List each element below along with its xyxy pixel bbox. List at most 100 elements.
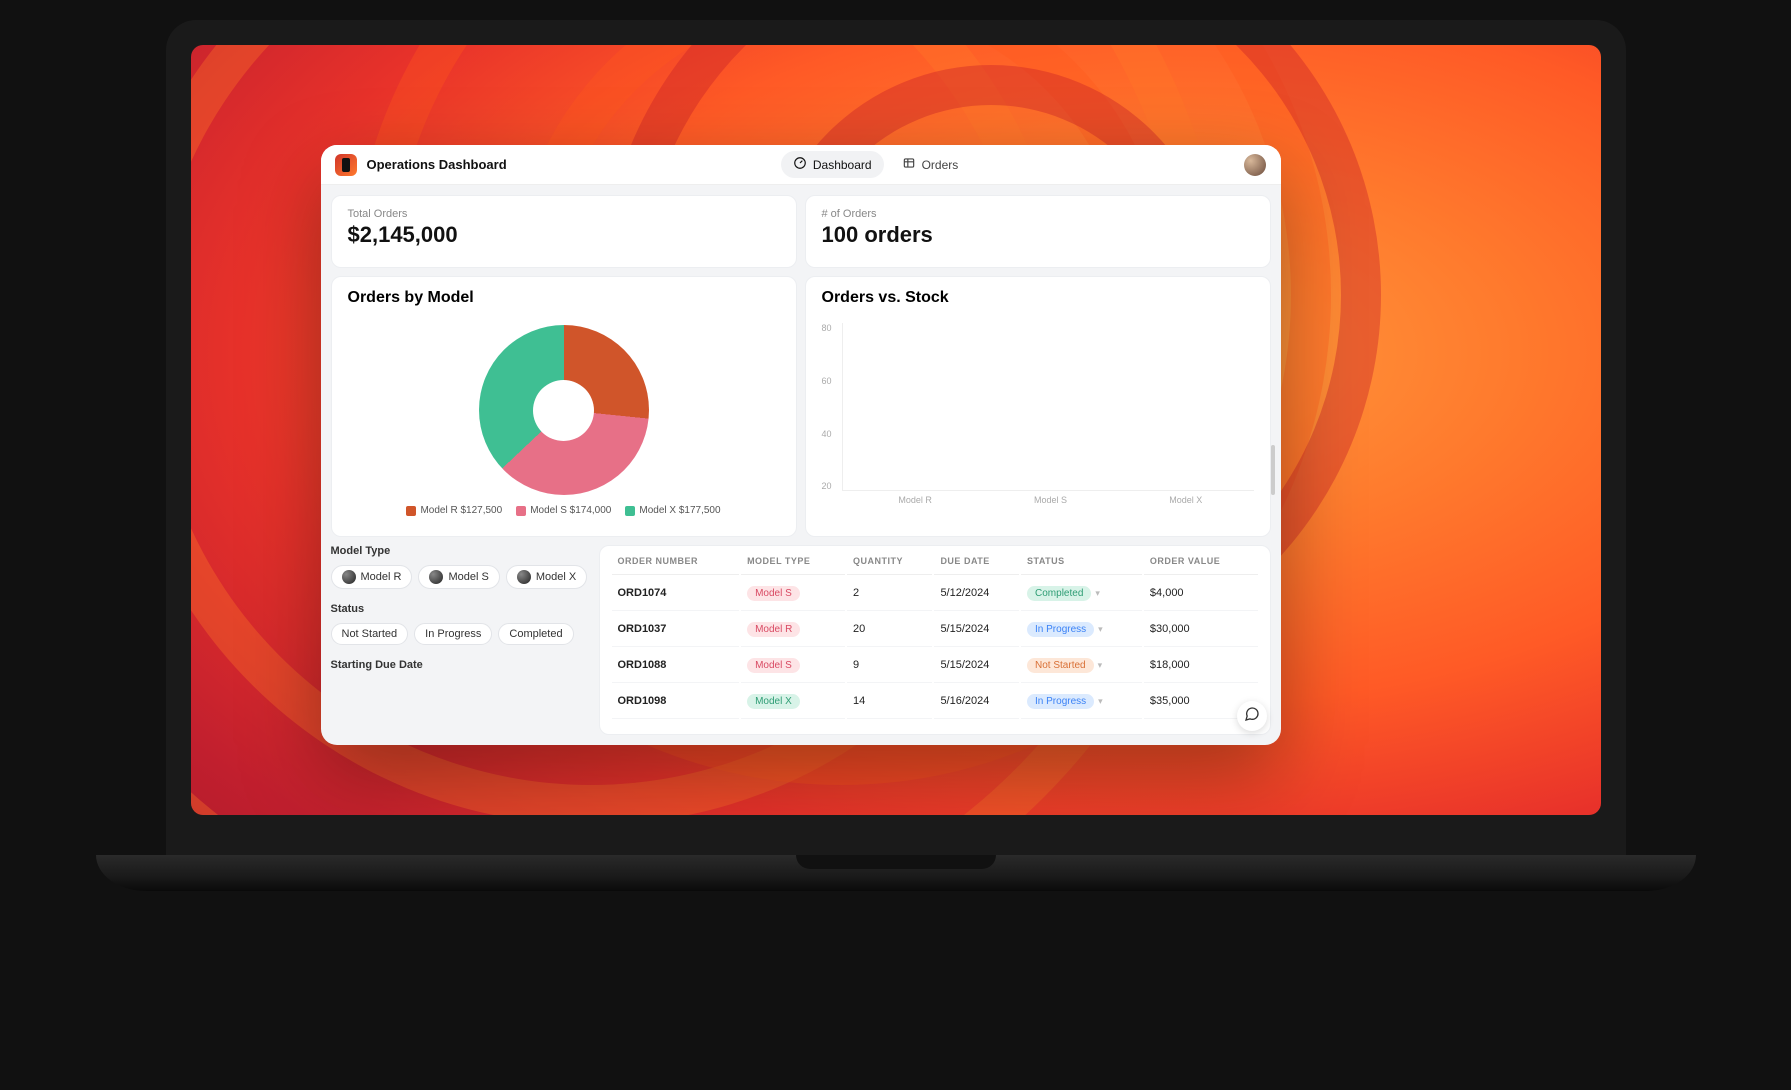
chart-title: Orders by Model xyxy=(348,289,780,307)
cell-order: ORD1098 xyxy=(612,685,740,719)
x-tick: Model R xyxy=(848,495,983,505)
app-window: Operations Dashboard Dashboard xyxy=(321,145,1281,745)
cell-qty: 20 xyxy=(847,613,932,647)
table-header: STATUS xyxy=(1021,548,1142,575)
y-tick: 40 xyxy=(822,429,832,439)
table-header: ORDER VALUE xyxy=(1144,548,1258,575)
cell-model: Model S xyxy=(741,649,845,683)
filter-label: Model Type xyxy=(331,545,591,557)
kpi-label: Total Orders xyxy=(348,208,780,220)
table-header: QUANTITY xyxy=(847,548,932,575)
filter-pill-model[interactable]: Model S xyxy=(418,565,499,589)
cell-due: 5/15/2024 xyxy=(934,649,1019,683)
table-header: MODEL TYPE xyxy=(741,548,845,575)
filter-label: Status xyxy=(331,603,591,615)
content-area: Total Orders $2,145,000 # of Orders 100 … xyxy=(321,185,1281,745)
cell-order: ORD1074 xyxy=(612,577,740,611)
orders-table-card: ORDER NUMBERMODEL TYPEQUANTITYDUE DATEST… xyxy=(599,545,1271,735)
user-avatar[interactable] xyxy=(1244,154,1266,176)
cell-due: 5/16/2024 xyxy=(934,685,1019,719)
model-swatch-icon xyxy=(517,570,531,584)
cell-qty: 14 xyxy=(847,685,932,719)
legend-item: Model S $174,000 xyxy=(516,505,611,516)
filter-label: Starting Due Date xyxy=(331,659,591,671)
filter-pill-status[interactable]: Completed xyxy=(498,623,573,645)
orders-table: ORDER NUMBERMODEL TYPEQUANTITYDUE DATEST… xyxy=(610,546,1260,721)
kpi-value: $2,145,000 xyxy=(348,222,780,248)
tab-label: Dashboard xyxy=(813,158,872,172)
table-row[interactable]: ORD1088Model S95/15/2024Not Started▾$18,… xyxy=(612,649,1258,683)
model-swatch-icon xyxy=(429,570,443,584)
cell-status[interactable]: Completed▾ xyxy=(1021,577,1142,611)
x-axis: Model RModel SModel X xyxy=(822,495,1254,505)
kpi-num-orders: # of Orders 100 orders xyxy=(805,195,1271,268)
kpi-total-orders: Total Orders $2,145,000 xyxy=(331,195,797,268)
kpi-value: 100 orders xyxy=(822,222,1254,248)
model-swatch-icon xyxy=(342,570,356,584)
cell-status[interactable]: In Progress▾ xyxy=(1021,685,1142,719)
app-icon xyxy=(335,154,357,176)
cell-model: Model R xyxy=(741,613,845,647)
chevron-down-icon: ▾ xyxy=(1098,660,1103,671)
chart-orders-vs-stock: Orders vs. Stock 80 60 40 20 Model RModel S… xyxy=(805,276,1271,536)
titlebar: Operations Dashboard Dashboard xyxy=(321,145,1281,185)
cell-model: Model S xyxy=(741,577,845,611)
donut-chart xyxy=(479,325,649,495)
legend-item: Model X $177,500 xyxy=(625,505,720,516)
x-tick: Model X xyxy=(1118,495,1253,505)
tab-dashboard[interactable]: Dashboard xyxy=(781,151,884,178)
gauge-icon xyxy=(793,156,807,173)
table-row[interactable]: ORD1037Model R205/15/2024In Progress▾$30… xyxy=(612,613,1258,647)
laptop-mockup: Operations Dashboard Dashboard xyxy=(166,20,1626,891)
desktop-wallpaper: Operations Dashboard Dashboard xyxy=(191,45,1601,815)
cell-value: $30,000 xyxy=(1144,613,1258,647)
scrollbar-handle[interactable] xyxy=(1271,445,1275,495)
chat-icon xyxy=(1244,706,1260,727)
cell-value: $4,000 xyxy=(1144,577,1258,611)
filters-panel: Model Type Model RModel S Model X Status … xyxy=(331,545,591,735)
chart-title: Orders vs. Stock xyxy=(822,289,1254,307)
y-axis: 80 60 40 20 xyxy=(822,323,836,491)
app-title: Operations Dashboard xyxy=(367,157,507,172)
chart-orders-by-model: Orders by Model Model R $127,500 Model S … xyxy=(331,276,797,536)
cell-due: 5/12/2024 xyxy=(934,577,1019,611)
filter-starting-due-date: Starting Due Date xyxy=(331,659,591,671)
table-icon xyxy=(902,156,916,173)
cell-order: ORD1088 xyxy=(612,649,740,683)
table-header: DUE DATE xyxy=(934,548,1019,575)
y-tick: 20 xyxy=(822,481,832,491)
filter-model-type: Model Type Model RModel S Model X xyxy=(331,545,591,589)
bar-chart xyxy=(842,323,1254,491)
cell-status[interactable]: In Progress▾ xyxy=(1021,613,1142,647)
tab-label: Orders xyxy=(922,158,959,172)
filter-status: Status Not StartedIn Progress Completed xyxy=(331,603,591,645)
tab-orders[interactable]: Orders xyxy=(890,151,971,178)
cell-status[interactable]: Not Started▾ xyxy=(1021,649,1142,683)
cell-qty: 9 xyxy=(847,649,932,683)
kpi-label: # of Orders xyxy=(822,208,1254,220)
chat-button[interactable] xyxy=(1237,701,1267,731)
cell-model: Model X xyxy=(741,685,845,719)
screen-bezel: Operations Dashboard Dashboard xyxy=(166,20,1626,855)
table-row[interactable]: ORD1074Model S25/12/2024Completed▾$4,000 xyxy=(612,577,1258,611)
nav-tabs: Dashboard Orders xyxy=(781,151,970,178)
chevron-down-icon: ▾ xyxy=(1098,696,1103,707)
filter-pill-model[interactable]: Model X xyxy=(506,565,587,589)
filter-pill-status[interactable]: In Progress xyxy=(414,623,492,645)
laptop-base xyxy=(96,855,1696,891)
donut-legend: Model R $127,500 Model S $174,000 Model X … xyxy=(348,505,780,516)
chevron-down-icon: ▾ xyxy=(1095,588,1100,599)
table-header: ORDER NUMBER xyxy=(612,548,740,575)
y-tick: 60 xyxy=(822,376,832,386)
chevron-down-icon: ▾ xyxy=(1098,624,1103,635)
filter-pill-status[interactable]: Not Started xyxy=(331,623,409,645)
x-tick: Model S xyxy=(983,495,1118,505)
filter-pill-model[interactable]: Model R xyxy=(331,565,413,589)
cell-due: 5/15/2024 xyxy=(934,613,1019,647)
y-tick: 80 xyxy=(822,323,832,333)
table-row[interactable]: ORD1098Model X145/16/2024In Progress▾$35… xyxy=(612,685,1258,719)
legend-item: Model R $127,500 xyxy=(406,505,502,516)
cell-value: $18,000 xyxy=(1144,649,1258,683)
cell-order: ORD1037 xyxy=(612,613,740,647)
cell-qty: 2 xyxy=(847,577,932,611)
